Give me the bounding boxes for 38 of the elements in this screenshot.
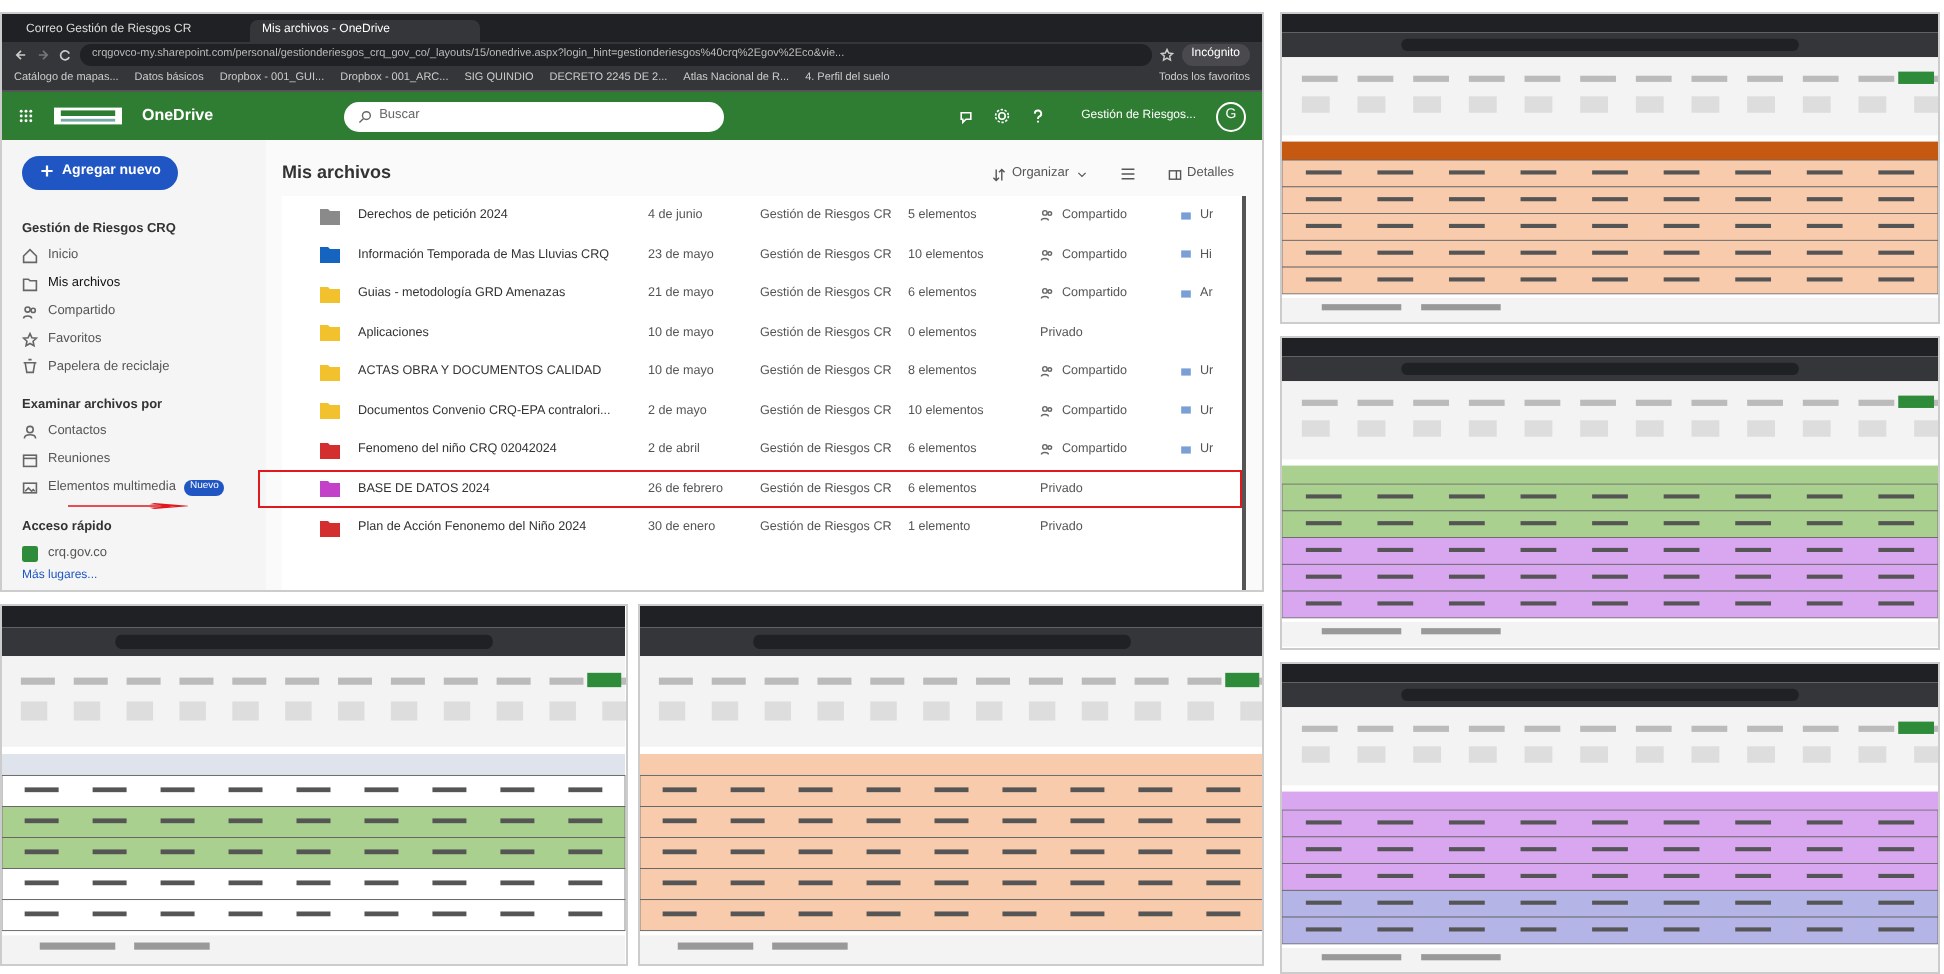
home-icon: [22, 247, 38, 264]
image-icon: [22, 480, 38, 497]
document-icon: [1180, 209, 1192, 222]
people-icon: [1040, 247, 1054, 262]
site-icon: [22, 545, 38, 562]
document-icon: [1180, 248, 1192, 261]
details-icon: [1167, 167, 1182, 181]
people-icon: [1040, 442, 1054, 457]
organization-logo: [54, 102, 122, 130]
back-icon: [14, 48, 28, 62]
app-launcher-icon: [18, 108, 34, 124]
app-name: OneDrive: [142, 104, 214, 128]
people-icon: [1040, 364, 1054, 379]
reload-icon: [58, 48, 72, 62]
star-icon: [1159, 48, 1174, 62]
document-icon: [1180, 443, 1192, 456]
document-icon: [1180, 365, 1192, 378]
page-title: Mis archivos: [282, 160, 392, 187]
people-icon: [1040, 208, 1054, 223]
annotation-arrow: [68, 497, 188, 513]
trash-icon: [22, 358, 38, 375]
person-icon: [22, 424, 38, 441]
chevron-down-icon: [1075, 168, 1088, 180]
calendar-icon: [22, 452, 38, 469]
people-icon: [1040, 286, 1054, 301]
document-icon: [1180, 287, 1192, 300]
folder-icon: [22, 275, 38, 292]
help-icon: [1029, 108, 1046, 124]
people-icon: [1040, 403, 1054, 418]
people-icon: [22, 303, 38, 320]
settings-icon: [993, 108, 1010, 124]
document-icon: [1180, 404, 1192, 417]
sort-icon: [991, 167, 1006, 181]
star-icon: [22, 331, 38, 348]
plus-icon: [40, 163, 54, 178]
forward-icon: [36, 48, 50, 62]
view-options-icon: [1119, 166, 1136, 182]
search-icon: [357, 109, 372, 123]
